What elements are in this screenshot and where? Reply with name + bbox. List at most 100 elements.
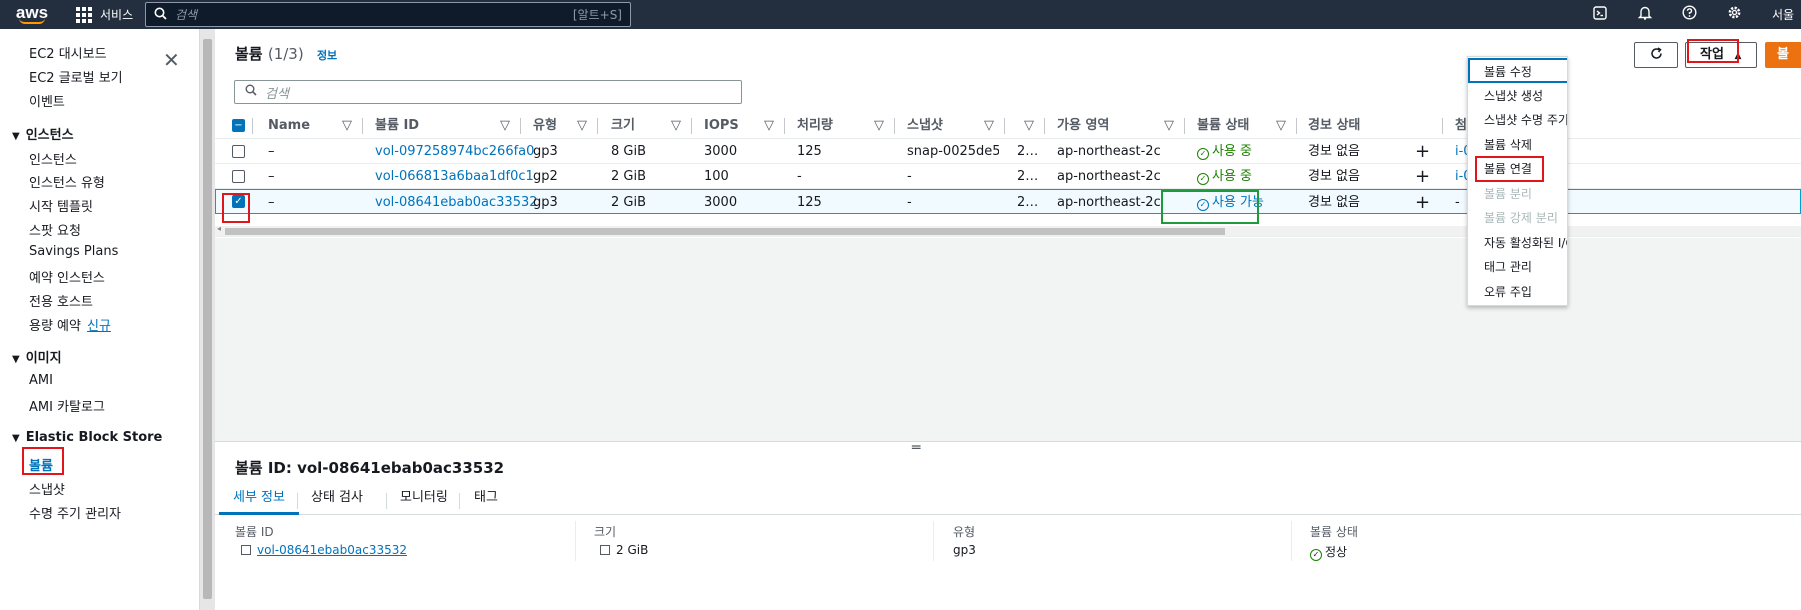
- sidebar-item-snapshots[interactable]: 스냅샷: [29, 479, 65, 498]
- highlight-box: [22, 447, 64, 475]
- sort-icon[interactable]: ▽: [984, 112, 994, 139]
- column-header-throughput[interactable]: 처리량: [797, 112, 833, 139]
- aws-logo[interactable]: aws: [0, 0, 60, 29]
- field-value-volume-id[interactable]: vol-08641ebab0ac33532: [241, 543, 407, 557]
- row-checkbox[interactable]: [232, 145, 245, 158]
- copy-icon[interactable]: [241, 545, 251, 555]
- sidebar-item-savings-plans[interactable]: Savings Plans: [29, 244, 118, 259]
- gear-icon[interactable]: [1712, 5, 1757, 24]
- sidebar-item-instances[interactable]: 인스턴스: [29, 149, 77, 168]
- column-header-snapshot[interactable]: 스냅샷: [907, 112, 943, 139]
- tab-tags[interactable]: 태그: [474, 485, 498, 515]
- tab-status-checks[interactable]: 상태 검사: [311, 485, 363, 515]
- cell-name: –: [268, 144, 275, 159]
- column-label: 경보 상태: [1308, 118, 1361, 133]
- sidebar-item-ami[interactable]: AMI: [29, 373, 53, 388]
- row-checkbox[interactable]: [232, 170, 245, 183]
- drag-handle-icon[interactable]: ═: [912, 440, 920, 456]
- column-divider: [597, 118, 598, 134]
- column-header-alarm-status[interactable]: 경보 상태: [1308, 112, 1360, 139]
- copy-icon[interactable]: [600, 545, 610, 555]
- column-header-volume-state[interactable]: 볼륨 상태: [1197, 112, 1249, 139]
- menu-item-fault-injection[interactable]: 오류 주입: [1484, 283, 1532, 300]
- sidebar-item-instance-types[interactable]: 인스턴스 유형: [29, 172, 105, 191]
- column-header-availability-zone[interactable]: 가용 영역: [1057, 112, 1109, 139]
- menu-item-delete-volume[interactable]: 볼륨 삭제: [1484, 136, 1532, 153]
- sidebar-section-ebs[interactable]: ▼ Elastic Block Store: [12, 430, 162, 445]
- sidebar-item-events[interactable]: 이벤트: [29, 91, 65, 110]
- sidebar-item-launch-templates[interactable]: 시작 템플릿: [29, 196, 93, 215]
- menu-item-snapshot-lifecycle[interactable]: 스냅샷 수명 주기: [1484, 111, 1567, 128]
- cloudshell-icon[interactable]: [1577, 5, 1622, 24]
- scrollbar-thumb[interactable]: [225, 228, 1225, 235]
- sidebar-section-instances[interactable]: ▼ 인스턴스: [12, 124, 74, 143]
- sidebar-item-spot-requests[interactable]: 스팟 요청: [29, 220, 81, 239]
- menu-item-auto-enabled-io[interactable]: 자동 활성화된 I/O: [1484, 234, 1567, 251]
- sort-icon[interactable]: ▽: [1276, 112, 1286, 139]
- cell-created: 2…: [1017, 169, 1039, 184]
- column-divider: [894, 118, 895, 134]
- bell-icon[interactable]: [1622, 5, 1667, 24]
- column-divider: [1291, 521, 1292, 561]
- sort-icon[interactable]: ▽: [764, 112, 774, 139]
- cell-volume-id[interactable]: vol-097258974bc266fa0: [375, 139, 534, 164]
- region-selector[interactable]: 서울: [1757, 6, 1801, 23]
- column-label: IOPS: [704, 118, 739, 133]
- scroll-left-arrow-icon[interactable]: ◂: [217, 224, 221, 233]
- scrollbar-thumb[interactable]: [203, 39, 212, 599]
- column-header-volume-id[interactable]: 볼륨 ID: [375, 112, 419, 139]
- menu-item-modify-volume[interactable]: 볼륨 수정: [1484, 63, 1532, 80]
- cell-iops: 3000: [704, 144, 738, 159]
- volume-search-input[interactable]: 검색: [234, 80, 742, 104]
- select-all-checkbox[interactable]: −: [232, 119, 245, 132]
- refresh-icon: [1650, 46, 1663, 64]
- sort-icon[interactable]: ▽: [874, 112, 884, 139]
- column-header-type[interactable]: 유형: [533, 112, 557, 139]
- sidebar-item-dedicated-hosts[interactable]: 전용 호스트: [29, 291, 93, 310]
- section-label: 이미지: [25, 351, 62, 366]
- add-alarm-plus-icon[interactable]: +: [1415, 139, 1430, 164]
- add-alarm-plus-icon[interactable]: +: [1415, 164, 1430, 189]
- create-volume-button[interactable]: 볼: [1765, 42, 1801, 68]
- sidebar-item-lifecycle-manager[interactable]: 수명 주기 관리자: [29, 503, 121, 522]
- sidebar-item-ec2-global-view[interactable]: EC2 글로벌 보기: [29, 67, 123, 86]
- sort-icon[interactable]: ▽: [500, 112, 510, 139]
- menu-item-create-snapshot[interactable]: 스냅샷 생성: [1484, 87, 1543, 104]
- sort-icon[interactable]: ▽: [1024, 112, 1034, 139]
- cell-volume-id[interactable]: vol-08641ebab0ac33532: [375, 190, 538, 215]
- sort-icon[interactable]: ▽: [671, 112, 681, 139]
- services-menu-button[interactable]: 서비스: [76, 6, 133, 23]
- field-label-volume-id: 볼륨 ID: [235, 525, 274, 539]
- info-link[interactable]: 정보: [317, 49, 337, 62]
- cell-throughput: 125: [797, 144, 822, 159]
- sidebar-section-images[interactable]: ▼ 이미지: [12, 347, 62, 366]
- add-alarm-plus-icon[interactable]: +: [1415, 190, 1430, 215]
- tab-details[interactable]: 세부 정보: [219, 485, 299, 515]
- page-title: 볼륨 (1/3) 정보: [235, 43, 337, 64]
- help-icon[interactable]: [1667, 5, 1712, 24]
- cell-volume-id[interactable]: vol-066813a6baa1df0c1: [375, 164, 534, 189]
- close-icon[interactable]: ✕: [163, 48, 180, 72]
- column-header-iops[interactable]: IOPS: [704, 112, 739, 139]
- sidebar-item-reserved-instances[interactable]: 예약 인스턴스: [29, 267, 105, 286]
- refresh-button[interactable]: [1634, 42, 1678, 68]
- sort-icon[interactable]: ▽: [342, 112, 352, 139]
- sort-icon[interactable]: ▽: [577, 112, 587, 139]
- column-header-name[interactable]: Name: [268, 112, 310, 139]
- global-search-input[interactable]: 검색 [알트+S]: [145, 2, 631, 27]
- sidebar-item-ec2-dashboard[interactable]: EC2 대시보드: [29, 43, 107, 62]
- sidebar-item-ami-catalog[interactable]: AMI 카탈로그: [29, 396, 105, 415]
- sidebar-scrollbar[interactable]: [200, 29, 215, 610]
- sidebar-item-capacity-reservations[interactable]: 용량 예약 신규: [29, 315, 111, 334]
- tab-monitoring[interactable]: 모니터링: [400, 485, 448, 515]
- new-badge: 신규: [86, 319, 111, 334]
- cell-snapshot: snap-0025de5…: [907, 144, 999, 159]
- sort-icon[interactable]: ▽: [1164, 112, 1174, 139]
- column-header-size[interactable]: 크기: [611, 112, 635, 139]
- menu-item-manage-tags[interactable]: 태그 관리: [1484, 258, 1532, 275]
- column-divider: [575, 521, 576, 561]
- split-panel-divider[interactable]: ═: [215, 440, 1801, 456]
- check-circle-icon: ✓: [1197, 148, 1209, 160]
- cell-type: gp3: [533, 144, 558, 159]
- caret-down-icon: ▼: [12, 433, 20, 444]
